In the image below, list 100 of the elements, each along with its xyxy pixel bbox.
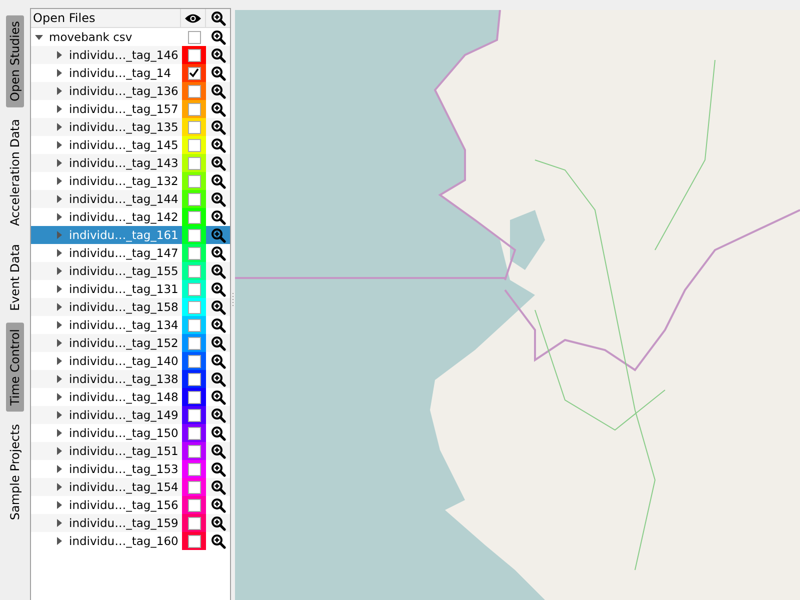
zoom-in-icon[interactable]	[210, 444, 226, 458]
tree-row[interactable]: individu…_tag_140	[31, 352, 230, 370]
expand-arrow-icon[interactable]	[55, 537, 63, 545]
visibility-checkbox[interactable]	[188, 210, 200, 224]
expand-arrow-icon[interactable]	[55, 375, 63, 383]
tree-row[interactable]: individu…_tag_161	[31, 226, 230, 244]
zoom-in-icon[interactable]	[210, 84, 226, 98]
zoom-in-icon[interactable]	[210, 102, 226, 116]
expand-arrow-icon[interactable]	[55, 357, 63, 365]
expand-arrow-icon[interactable]	[55, 141, 63, 149]
expand-arrow-icon[interactable]	[55, 87, 63, 95]
visibility-checkbox[interactable]	[188, 156, 200, 170]
zoom-in-icon[interactable]	[210, 480, 226, 494]
visibility-checkbox[interactable]	[188, 336, 200, 350]
visibility-checkbox[interactable]	[188, 534, 200, 548]
zoom-in-icon[interactable]	[210, 48, 226, 62]
visibility-checkbox[interactable]	[188, 354, 200, 368]
expand-arrow-icon[interactable]	[55, 447, 63, 455]
visibility-checkbox[interactable]	[188, 426, 200, 440]
visibility-checkbox[interactable]	[188, 264, 200, 278]
zoom-in-icon[interactable]	[210, 156, 226, 170]
zoom-in-icon[interactable]	[210, 120, 226, 134]
tree-row[interactable]: individu…_tag_138	[31, 370, 230, 388]
expand-arrow-icon[interactable]	[55, 69, 63, 77]
expand-arrow-icon[interactable]	[55, 339, 63, 347]
zoom-in-icon[interactable]	[210, 318, 226, 332]
visibility-checkbox[interactable]	[188, 66, 200, 80]
expand-arrow-icon[interactable]	[55, 123, 63, 131]
tree-row[interactable]: individu…_tag_160	[31, 532, 230, 550]
tree-row[interactable]: individu…_tag_14	[31, 64, 230, 82]
zoom-in-icon[interactable]	[210, 210, 226, 224]
expand-arrow-icon[interactable]	[55, 483, 63, 491]
side-tab[interactable]: Time Control	[6, 323, 24, 412]
visibility-checkbox[interactable]	[188, 30, 200, 44]
expand-arrow-icon[interactable]	[55, 393, 63, 401]
visibility-checkbox[interactable]	[188, 228, 200, 242]
zoom-in-icon[interactable]	[210, 336, 226, 350]
zoom-in-icon[interactable]	[210, 372, 226, 386]
tree-row[interactable]: individu…_tag_155	[31, 262, 230, 280]
visibility-checkbox[interactable]	[188, 192, 200, 206]
tree-row[interactable]: individu…_tag_156	[31, 496, 230, 514]
tree-row[interactable]: individu…_tag_157	[31, 100, 230, 118]
visibility-checkbox[interactable]	[188, 444, 200, 458]
visibility-checkbox[interactable]	[188, 462, 200, 476]
expand-arrow-icon[interactable]	[55, 267, 63, 275]
expand-arrow-icon[interactable]	[55, 249, 63, 257]
tree-row[interactable]: individu…_tag_132	[31, 172, 230, 190]
visibility-checkbox[interactable]	[188, 516, 200, 530]
tree-row[interactable]: individu…_tag_151	[31, 442, 230, 460]
zoom-in-icon[interactable]	[210, 516, 226, 530]
visibility-checkbox[interactable]	[188, 246, 200, 260]
tree-row[interactable]: individu…_tag_136	[31, 82, 230, 100]
zoom-in-icon[interactable]	[210, 390, 226, 404]
zoom-in-icon[interactable]	[210, 30, 226, 44]
zoom-in-icon[interactable]	[210, 300, 226, 314]
side-tab[interactable]: Acceleration Data	[6, 113, 24, 232]
expand-arrow-icon[interactable]	[55, 105, 63, 113]
expand-arrow-icon[interactable]	[55, 177, 63, 185]
tree-row[interactable]: individu…_tag_131	[31, 280, 230, 298]
expand-arrow-icon[interactable]	[55, 465, 63, 473]
tree-row[interactable]: individu…_tag_149	[31, 406, 230, 424]
visibility-checkbox[interactable]	[188, 372, 200, 386]
tree-row[interactable]: individu…_tag_154	[31, 478, 230, 496]
expand-arrow-icon[interactable]	[55, 303, 63, 311]
tree-row[interactable]: individu…_tag_142	[31, 208, 230, 226]
tree-row[interactable]: individu…_tag_159	[31, 514, 230, 532]
expand-arrow-icon[interactable]	[55, 213, 63, 221]
zoom-in-icon[interactable]	[210, 354, 226, 368]
zoom-in-icon[interactable]	[210, 282, 226, 296]
visibility-checkbox[interactable]	[188, 480, 200, 494]
side-tab[interactable]: Sample Projects	[6, 418, 24, 526]
visibility-checkbox[interactable]	[188, 138, 200, 152]
tree-row[interactable]: individu…_tag_153	[31, 460, 230, 478]
tree-row[interactable]: individu…_tag_134	[31, 316, 230, 334]
tree-row[interactable]: movebank csv	[31, 28, 230, 46]
collapse-arrow-icon[interactable]	[35, 33, 43, 41]
tree-row[interactable]: individu…_tag_148	[31, 388, 230, 406]
expand-arrow-icon[interactable]	[55, 501, 63, 509]
expand-arrow-icon[interactable]	[55, 519, 63, 527]
zoom-in-icon[interactable]	[210, 246, 226, 260]
tree-row[interactable]: individu…_tag_152	[31, 334, 230, 352]
zoom-in-icon[interactable]	[210, 498, 226, 512]
zoom-in-icon[interactable]	[210, 534, 226, 548]
zoom-in-icon[interactable]	[210, 264, 226, 278]
visibility-checkbox[interactable]	[188, 120, 200, 134]
visibility-checkbox[interactable]	[188, 102, 200, 116]
expand-arrow-icon[interactable]	[55, 321, 63, 329]
zoom-in-icon[interactable]	[210, 174, 226, 188]
zoom-in-icon[interactable]	[210, 192, 226, 206]
visibility-checkbox[interactable]	[188, 318, 200, 332]
zoom-in-icon[interactable]	[210, 462, 226, 476]
zoom-in-icon[interactable]	[210, 138, 226, 152]
zoom-in-icon[interactable]	[210, 66, 226, 80]
zoom-in-icon[interactable]	[210, 426, 226, 440]
zoom-in-icon[interactable]	[210, 10, 226, 26]
tree-row[interactable]: individu…_tag_146	[31, 46, 230, 64]
visibility-checkbox[interactable]	[188, 390, 200, 404]
tree-row[interactable]: individu…_tag_147	[31, 244, 230, 262]
visibility-checkbox[interactable]	[188, 498, 200, 512]
tree-row[interactable]: individu…_tag_135	[31, 118, 230, 136]
